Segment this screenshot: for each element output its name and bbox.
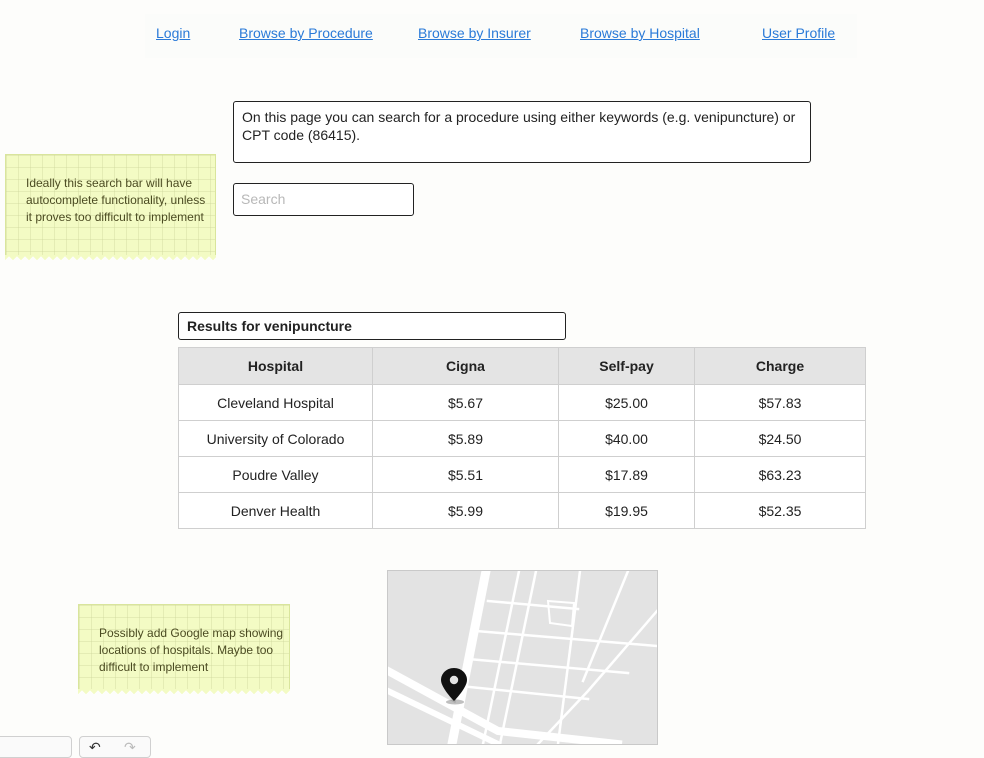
- redo-icon[interactable]: ↷: [124, 739, 136, 756]
- column-header-self-pay[interactable]: Self-pay: [558, 347, 695, 385]
- results-table: Hospital Cigna Self-pay Charge Cleveland…: [178, 347, 866, 529]
- intro-text-box: On this page you can search for a proced…: [233, 101, 811, 163]
- sticky-note-search-text: Ideally this search bar will have autoco…: [26, 176, 206, 224]
- cell-hospital: Denver Health: [178, 492, 373, 529]
- map-streets: [388, 571, 657, 744]
- cell-charge: $24.50: [694, 420, 866, 457]
- nav-browse-hospital-link[interactable]: Browse by Hospital: [580, 25, 700, 41]
- column-header-charge[interactable]: Charge: [694, 347, 866, 385]
- cell-charge: $63.23: [694, 456, 866, 493]
- table-header-row: Hospital Cigna Self-pay Charge: [178, 347, 866, 385]
- sticky-note-search: Ideally this search bar will have autoco…: [5, 154, 216, 262]
- cell-cigna: $5.67: [372, 384, 559, 421]
- table-row[interactable]: Denver Health $5.99 $19.95 $52.35: [178, 492, 866, 529]
- undo-icon[interactable]: ↶: [89, 739, 101, 756]
- bottom-toolbar-undo-redo: ↶ ↷: [79, 736, 151, 758]
- cell-hospital: University of Colorado: [178, 420, 373, 457]
- sticky-note-map-text: Possibly add Google map showing location…: [99, 626, 284, 674]
- search-input[interactable]: [233, 183, 414, 216]
- cell-self-pay: $17.89: [558, 456, 695, 493]
- cell-self-pay: $40.00: [558, 420, 695, 457]
- top-navigation: Login Browse by Procedure Browse by Insu…: [145, 14, 857, 58]
- map-pin-icon[interactable]: [440, 667, 468, 705]
- nav-browse-procedure-link[interactable]: Browse by Procedure: [239, 25, 373, 41]
- cell-charge: $52.35: [694, 492, 866, 529]
- cell-cigna: $5.99: [372, 492, 559, 529]
- map-placeholder[interactable]: [387, 570, 658, 745]
- column-header-cigna[interactable]: Cigna: [372, 347, 559, 385]
- nav-browse-insurer-link[interactable]: Browse by Insurer: [418, 25, 531, 41]
- table-row[interactable]: Poudre Valley $5.51 $17.89 $63.23: [178, 456, 866, 493]
- sticky-note-map: Possibly add Google map showing location…: [78, 604, 290, 696]
- cell-hospital: Poudre Valley: [178, 456, 373, 493]
- bottom-toolbar-left[interactable]: [0, 736, 72, 758]
- cell-cigna: $5.51: [372, 456, 559, 493]
- cell-cigna: $5.89: [372, 420, 559, 457]
- cell-hospital: Cleveland Hospital: [178, 384, 373, 421]
- column-header-hospital[interactable]: Hospital: [178, 347, 373, 385]
- table-row[interactable]: University of Colorado $5.89 $40.00 $24.…: [178, 420, 866, 457]
- nav-user-profile-link[interactable]: User Profile: [762, 25, 835, 41]
- table-row[interactable]: Cleveland Hospital $5.67 $25.00 $57.83: [178, 384, 866, 421]
- results-title: Results for venipuncture: [178, 312, 566, 340]
- cell-charge: $57.83: [694, 384, 866, 421]
- nav-login-link[interactable]: Login: [156, 25, 190, 41]
- cell-self-pay: $19.95: [558, 492, 695, 529]
- cell-self-pay: $25.00: [558, 384, 695, 421]
